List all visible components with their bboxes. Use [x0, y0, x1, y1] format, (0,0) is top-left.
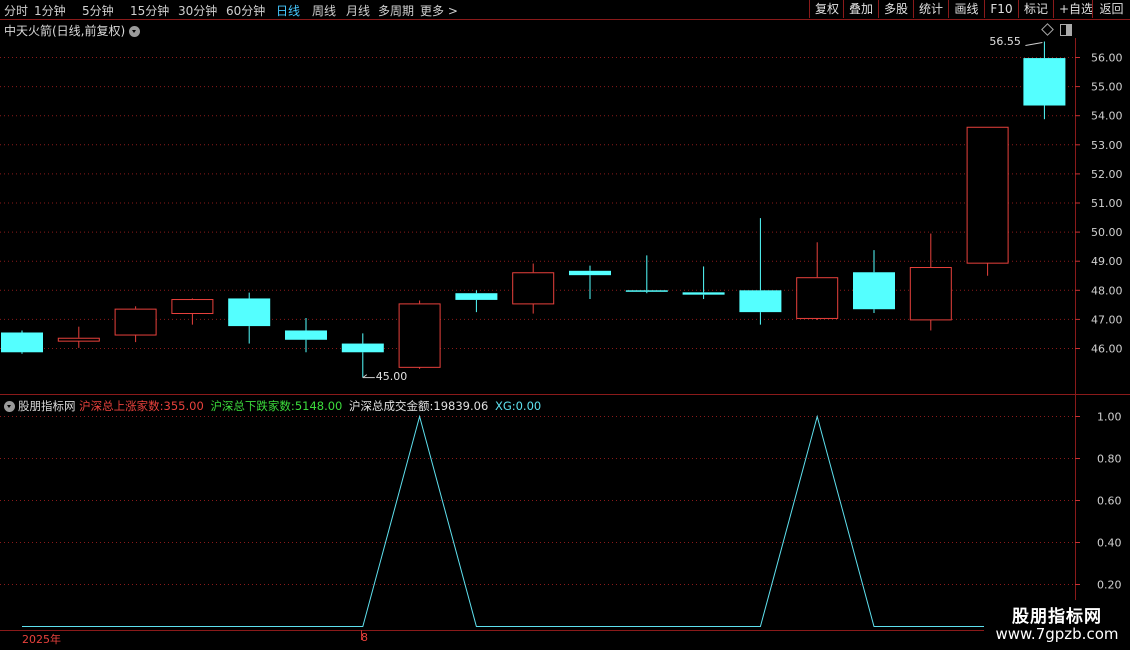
month-label: 8 [361, 631, 368, 644]
candle-body [853, 272, 895, 310]
indicator-tick-label: 0.40 [1097, 537, 1122, 550]
chevron-down-icon[interactable] [129, 26, 141, 37]
price-tick-label: 54.00 [1091, 110, 1123, 123]
watermark: 股朋指标网 www.7gpzb.com [984, 600, 1130, 650]
amount-label: 沪深总成交金额: [349, 399, 434, 413]
candle-body [57, 337, 100, 342]
indicator-legend: 股朋指标网 沪深总上涨家数:355.00 沪深总下跌家数:5148.00 沪深总… [4, 398, 541, 414]
year-label: 2025年 [22, 633, 61, 646]
price-tick-label: 50.00 [1091, 226, 1123, 239]
price-tick-label: 51.00 [1091, 197, 1123, 210]
candle-body [398, 303, 441, 368]
candle-body [966, 126, 1009, 264]
candle-body [909, 267, 952, 321]
indicator-name: 股朋指标网 [18, 399, 76, 413]
up-count-label: 沪深总上涨家数: [79, 399, 164, 413]
up-count-value: 355.00 [163, 399, 204, 413]
indicator-tick-label: 1.00 [1097, 411, 1122, 424]
candle-body [682, 292, 725, 295]
price-tick-label: 47.00 [1091, 313, 1123, 326]
watermark-url: www.7gpzb.com [995, 625, 1119, 643]
candle-body [512, 272, 555, 305]
candle-body [569, 270, 611, 276]
price-tick-label: 55.00 [1091, 81, 1123, 94]
candle-body [1023, 58, 1066, 106]
down-count-value: 5148.00 [294, 399, 343, 413]
chart-canvas: 56.00 55.00 54.00 53.00 52.00 51.00 50.00 49.00… [0, 38, 1130, 650]
amount-value: 19839.06 [433, 399, 489, 413]
candle-body [739, 290, 782, 313]
candle-body [171, 299, 214, 314]
low-price-label: 45.00 [375, 369, 408, 383]
xg-series-line [22, 414, 1045, 627]
price-tick-label: 52.00 [1091, 168, 1123, 181]
high-price-label: 56.55 [989, 35, 1021, 49]
stock-title: 中天火箭(日线,前复权) [4, 22, 141, 39]
indicator-tick-label: 0.20 [1097, 579, 1122, 592]
candle-body [1, 332, 43, 353]
chevron-down-icon[interactable] [4, 401, 15, 412]
high-arrow [1025, 42, 1043, 46]
panel-toggle-icon[interactable] [1060, 24, 1072, 36]
candle-body [455, 293, 498, 300]
candle-body [228, 298, 271, 327]
price-tick-label: 56.00 [1091, 52, 1123, 65]
price-tick-label: 48.00 [1091, 284, 1123, 297]
price-tick-label: 46.00 [1091, 343, 1123, 356]
indicator-tick-label: 0.80 [1097, 453, 1122, 466]
down-count-label: 沪深总下跌家数: [210, 399, 295, 413]
candle-body [796, 277, 839, 319]
candle-body [341, 343, 384, 353]
candle-body [625, 290, 668, 292]
candle-body [114, 308, 157, 336]
xg-label: XG: [494, 399, 516, 413]
stock-title-text: 中天火箭(日线,前复权) [4, 24, 126, 38]
indicator-tick-label: 0.60 [1097, 495, 1122, 508]
candle-body [285, 330, 327, 340]
price-tick-label: 49.00 [1091, 255, 1123, 268]
watermark-title: 股朋指标网 [1012, 607, 1102, 627]
price-tick-label: 53.00 [1091, 139, 1123, 152]
xg-value: 0.00 [515, 399, 542, 413]
